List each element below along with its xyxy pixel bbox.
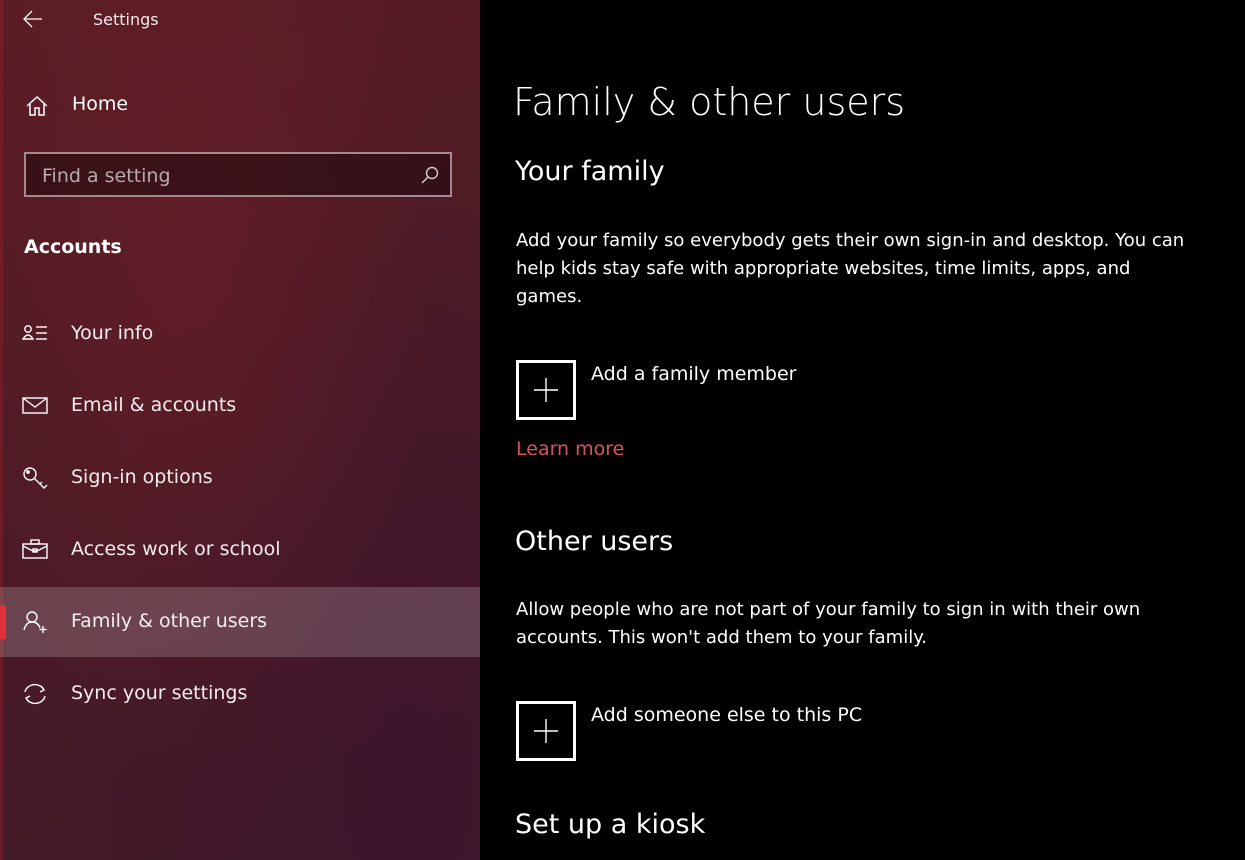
search-box (24, 152, 452, 197)
section-title: Accounts (24, 236, 122, 258)
sidebar-item-label: Sign-in options (71, 466, 213, 488)
sidebar-item-access-work-school[interactable]: Access work or school (0, 515, 480, 585)
main-content: Family & other users Your family Add you… (480, 0, 1245, 860)
sidebar-item-home[interactable]: Home (0, 84, 480, 128)
person-add-icon (23, 611, 47, 633)
sidebar-item-email-accounts[interactable]: Email & accounts (0, 371, 480, 441)
search-icon[interactable] (420, 165, 440, 185)
plus-icon (534, 719, 558, 743)
your-family-description: Add your family so everybody gets their … (516, 230, 1185, 307)
sidebar-item-label: Email & accounts (71, 394, 237, 416)
sidebar-item-sync-settings[interactable]: Sync your settings (0, 659, 480, 729)
your-family-heading: Your family (515, 156, 665, 187)
learn-more-link[interactable]: Learn more (516, 438, 624, 460)
plus-icon (534, 378, 558, 402)
sidebar: Settings Home Accounts Your info Em (0, 0, 480, 860)
sidebar-item-label: Sync your settings (71, 682, 248, 704)
sidebar-item-label: Family & other users (71, 610, 268, 632)
app-title: Settings (93, 10, 159, 29)
sidebar-item-your-info[interactable]: Your info (0, 299, 480, 369)
key-icon (23, 467, 48, 489)
home-icon (26, 95, 48, 116)
home-label: Home (72, 93, 129, 115)
briefcase-icon (22, 539, 48, 559)
sidebar-item-family-other-users[interactable]: Family & other users (0, 587, 480, 657)
kiosk-heading: Set up a kiosk (515, 809, 706, 840)
add-box (516, 360, 576, 420)
page-title: Family & other users (513, 80, 906, 124)
add-someone-else-label: Add someone else to this PC (591, 704, 863, 726)
sidebar-item-label: Your info (71, 322, 154, 344)
sidebar-item-sign-in-options[interactable]: Sign-in options (0, 443, 480, 513)
other-users-heading: Other users (515, 526, 674, 557)
active-indicator (0, 605, 6, 639)
back-button[interactable] (22, 8, 50, 34)
sync-icon (24, 683, 46, 705)
search-input[interactable] (26, 154, 424, 197)
mail-icon (22, 397, 48, 414)
arrow-left-icon (23, 10, 42, 28)
person-list-icon (22, 325, 47, 340)
add-box (516, 701, 576, 761)
title-bar: Settings (0, 0, 480, 42)
sidebar-item-label: Access work or school (71, 538, 281, 560)
add-family-member-label: Add a family member (591, 363, 797, 385)
other-users-description: Allow people who are not part of your fa… (516, 599, 1141, 648)
